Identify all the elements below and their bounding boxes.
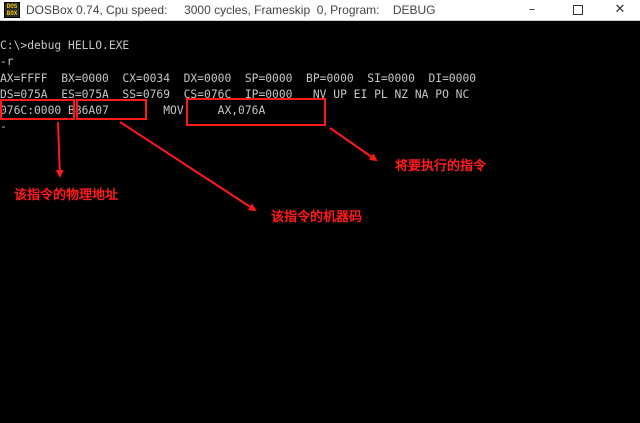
close-button[interactable]: ✕ [600, 0, 640, 20]
annotation-instruction: 将要执行的指令 [395, 159, 487, 174]
dos-console[interactable]: C:\>debug HELLO.EXE -r AX=FFFF BX=0000 C… [0, 38, 640, 423]
annotation-physical-address: 该指令的物理地址 [14, 188, 119, 203]
console-line-command: C:\>debug HELLO.EXE [0, 39, 130, 52]
minimize-button[interactable]: – [512, 0, 552, 20]
console-line-register-cmd: -r [0, 55, 14, 69]
window-title: DOSBox 0.74, Cpu speed: 3000 cycles, Fra… [26, 3, 436, 17]
console-prompt: - [0, 120, 7, 134]
maximize-button[interactable] [558, 0, 598, 20]
annotation-machine-code: 该指令的机器码 [271, 210, 363, 225]
console-line-instruction: 076C:0000 B86A07 MOV AX,076A [0, 104, 266, 117]
console-line-registers-2: DS=075A ES=075A SS=0769 CS=076C IP=0000 … [0, 87, 470, 101]
dosbox-icon: DOS BOX [4, 2, 20, 18]
maximize-icon [573, 4, 583, 15]
window-titlebar: DOS BOX DOSBox 0.74, Cpu speed: 3000 cycl… [0, 0, 640, 21]
console-line-registers-1: AX=FFFF BX=0000 CX=0034 DX=0000 SP=0000 … [0, 71, 477, 85]
